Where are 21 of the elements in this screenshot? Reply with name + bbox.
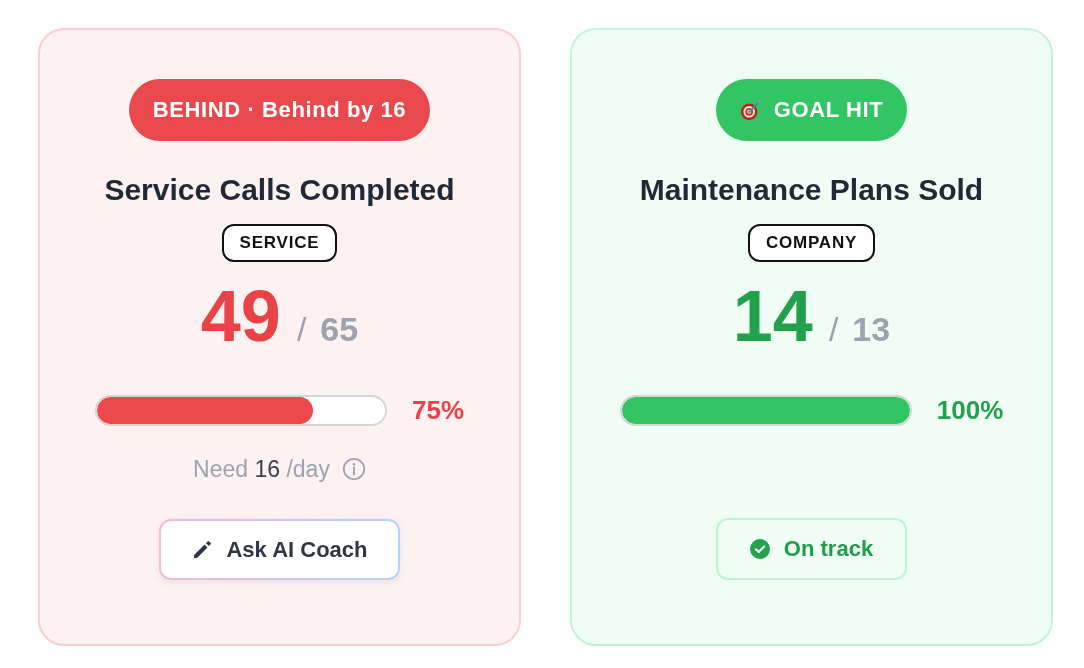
value-separator: /: [828, 309, 839, 350]
badge-label: GOAL HIT: [773, 97, 884, 123]
need-per-day-text: Need 16 /day: [193, 455, 330, 483]
dartboard-icon: [739, 99, 762, 121]
ask-ai-coach-button[interactable]: Ask AI Coach: [159, 519, 400, 580]
category-tag: SERVICE: [221, 224, 338, 262]
badge-label: BEHIND · Behind by 16: [152, 97, 407, 123]
current-value: 49: [200, 276, 281, 356]
value-separator: /: [296, 309, 307, 350]
current-value: 14: [732, 276, 813, 356]
card-title: Service Calls Completed: [104, 172, 455, 208]
category-tag: COMPANY: [747, 224, 876, 262]
target-value: 13: [852, 309, 891, 350]
info-icon[interactable]: [341, 457, 366, 481]
pencil-icon: [191, 538, 214, 561]
progress-percent: 75%: [411, 395, 464, 426]
target-value: 65: [320, 309, 359, 350]
check-circle-icon: [749, 539, 770, 559]
on-track-status: On track: [716, 518, 907, 580]
card-title: Maintenance Plans Sold: [639, 172, 984, 208]
progress-percent: 100%: [936, 395, 1004, 426]
